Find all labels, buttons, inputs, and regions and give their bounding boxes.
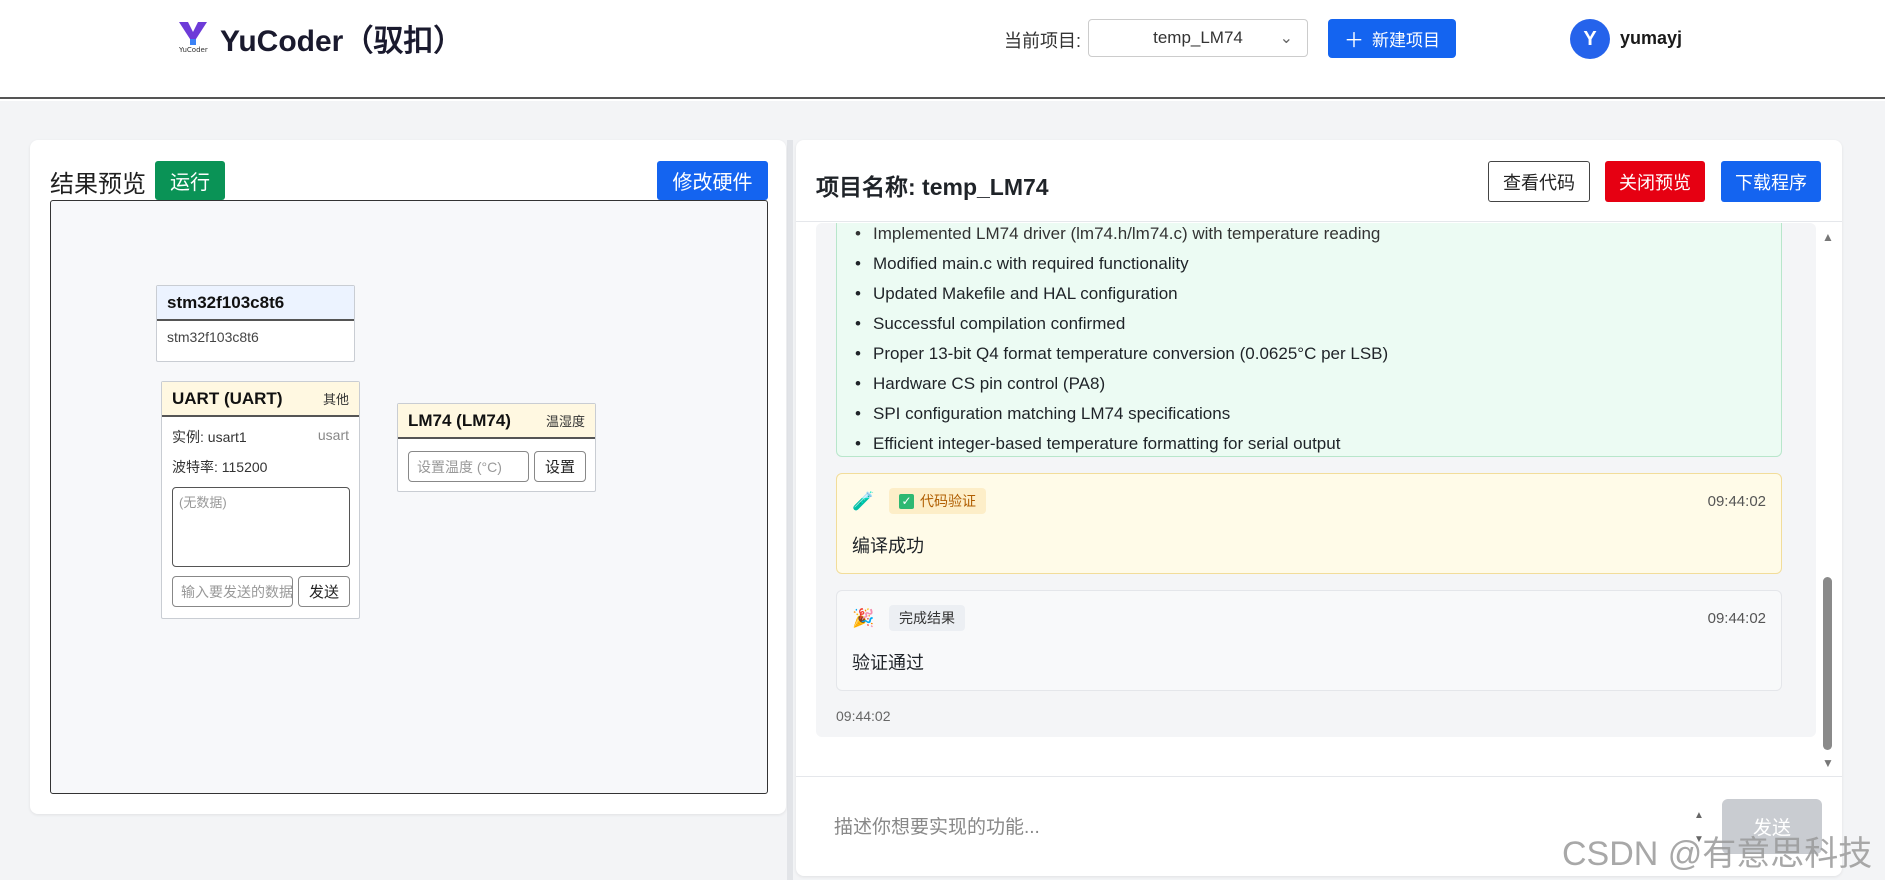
username[interactable]: yumayj xyxy=(1620,28,1682,49)
run-button[interactable]: 运行 xyxy=(155,161,225,200)
new-project-label: 新建项目 xyxy=(1372,31,1440,50)
uart-receive-area[interactable]: (无数据) xyxy=(172,487,350,567)
uart-baud: 波特率: 115200 xyxy=(172,459,268,475)
scroll-up-icon[interactable]: ▲ xyxy=(1822,230,1834,244)
panel-resizer[interactable] xyxy=(787,140,793,880)
preview-panel: 结果预览 运行 修改硬件 stm32f103c8t6 stm32f103c8t6… xyxy=(30,140,786,814)
party-popper-icon: 🎉 xyxy=(852,608,875,628)
set-temperature-button[interactable]: 设置 xyxy=(534,451,586,482)
project-header: 项目名称: temp_LM74 查看代码 关闭预览 下载程序 xyxy=(796,140,1842,222)
uart-name: UART (UART) xyxy=(172,388,283,408)
download-button[interactable]: 下载程序 xyxy=(1721,161,1821,202)
scroll-thumb[interactable] xyxy=(1823,577,1832,750)
project-select[interactable]: temp_LM74 ⌄ xyxy=(1088,19,1308,57)
uart-send-button[interactable]: 发送 xyxy=(298,576,350,607)
composer-divider xyxy=(796,776,1842,777)
current-project-label: 当前项目: xyxy=(1004,31,1082,51)
project-panel: 项目名称: temp_LM74 查看代码 关闭预览 下载程序 Implement… xyxy=(796,140,1842,876)
avatar[interactable]: Y xyxy=(1570,19,1610,59)
mcu-model: stm32f103c8t6 xyxy=(167,329,259,345)
uart-tag: 其他 xyxy=(322,392,349,407)
mcu-card[interactable]: stm32f103c8t6 stm32f103c8t6 xyxy=(156,285,355,362)
close-preview-button[interactable]: 关闭预览 xyxy=(1605,161,1705,202)
lm74-name: LM74 (LM74) xyxy=(408,410,511,430)
uart-instance: 实例: usart1 xyxy=(172,429,247,445)
preview-title: 结果预览 xyxy=(50,171,146,198)
uart-instance-type: usart xyxy=(317,427,349,443)
uart-card[interactable]: UART (UART) 其他 实例: usart1 usart 波特率: 115… xyxy=(161,381,360,619)
result-time: 09:44:02 xyxy=(1707,610,1766,627)
result-tag: 完成结果 xyxy=(889,605,965,631)
uart-baud-row: 波特率: 115200 xyxy=(162,457,359,477)
verify-body: 编译成功 xyxy=(852,536,924,556)
summary-message: Implemented LM74 driver (lm74.h/lm74.c) … xyxy=(836,223,1782,459)
app-title: YuCoder（驭扣） xyxy=(220,25,464,58)
uart-card-header: UART (UART) 其他 xyxy=(162,382,359,417)
yucoder-logo-icon: YuCoder xyxy=(178,22,208,53)
chat-timestamp: 09:44:02 xyxy=(836,708,891,724)
uart-instance-row: 实例: usart1 usart xyxy=(162,427,359,447)
app-header: YuCoder YuCoder（驭扣） 当前项目: temp_LM74 ⌄ ＋ … xyxy=(0,0,1885,99)
plus-icon: ＋ xyxy=(1344,30,1364,52)
new-project-button[interactable]: ＋ 新建项目 xyxy=(1328,19,1456,58)
verify-tag: ✓ 代码验证 xyxy=(889,488,986,514)
result-message: 🎉 完成结果 09:44:02 验证通过 xyxy=(836,590,1782,691)
list-item: Hardware CS pin control (PA8) xyxy=(855,369,1781,399)
list-item: Implemented LM74 driver (lm74.h/lm74.c) … xyxy=(855,223,1781,249)
mcu-name: stm32f103c8t6 xyxy=(167,292,285,312)
mcu-card-header: stm32f103c8t6 xyxy=(157,286,354,321)
list-item: Modified main.c with required functional… xyxy=(855,249,1781,279)
chat-scrollbar[interactable]: ▲ ▼ xyxy=(1820,230,1834,772)
list-item: Updated Makefile and HAL configuration xyxy=(855,279,1781,309)
list-item: Efficient integer-based temperature form… xyxy=(855,429,1781,459)
hardware-canvas: stm32f103c8t6 stm32f103c8t6 UART (UART) … xyxy=(50,200,768,794)
modify-hardware-button[interactable]: 修改硬件 xyxy=(657,161,768,200)
lm74-tag: 温湿度 xyxy=(545,414,585,429)
list-item: SPI configuration matching LM74 specific… xyxy=(855,399,1781,429)
list-item: Successful compilation confirmed xyxy=(855,309,1781,339)
chat-log[interactable]: Implemented LM74 driver (lm74.h/lm74.c) … xyxy=(816,223,1816,737)
list-item: Proper 13-bit Q4 format temperature conv… xyxy=(855,339,1781,369)
summary-list: Implemented LM74 driver (lm74.h/lm74.c) … xyxy=(837,223,1781,459)
view-code-button[interactable]: 查看代码 xyxy=(1488,161,1590,202)
message-input[interactable]: 描述你想要实现的功能... xyxy=(834,812,1040,839)
temperature-input[interactable]: 设置温度 (°C) xyxy=(408,451,529,482)
lm74-card-header: LM74 (LM74) 温湿度 xyxy=(398,404,595,439)
verify-time: 09:44:02 xyxy=(1707,493,1766,510)
project-select-value: temp_LM74 xyxy=(1153,28,1243,47)
scroll-down-icon[interactable]: ▼ xyxy=(1822,756,1834,770)
check-icon: ✓ xyxy=(899,493,914,509)
test-tube-icon: 🧪 xyxy=(852,491,875,511)
chevron-down-icon: ⌄ xyxy=(1279,30,1293,47)
result-body: 验证通过 xyxy=(852,653,924,673)
watermark: CSDN @有意思科技 xyxy=(1562,835,1873,873)
project-title: 项目名称: temp_LM74 xyxy=(816,174,1049,200)
verify-tag-label: 代码验证 xyxy=(920,493,976,509)
verify-message: 🧪 ✓ 代码验证 09:44:02 编译成功 xyxy=(836,473,1782,574)
uart-send-input[interactable]: 输入要发送的数据 xyxy=(172,576,293,607)
svg-text:YuCoder: YuCoder xyxy=(178,46,208,53)
lm74-card[interactable]: LM74 (LM74) 温湿度 设置温度 (°C) 设置 xyxy=(397,403,596,492)
